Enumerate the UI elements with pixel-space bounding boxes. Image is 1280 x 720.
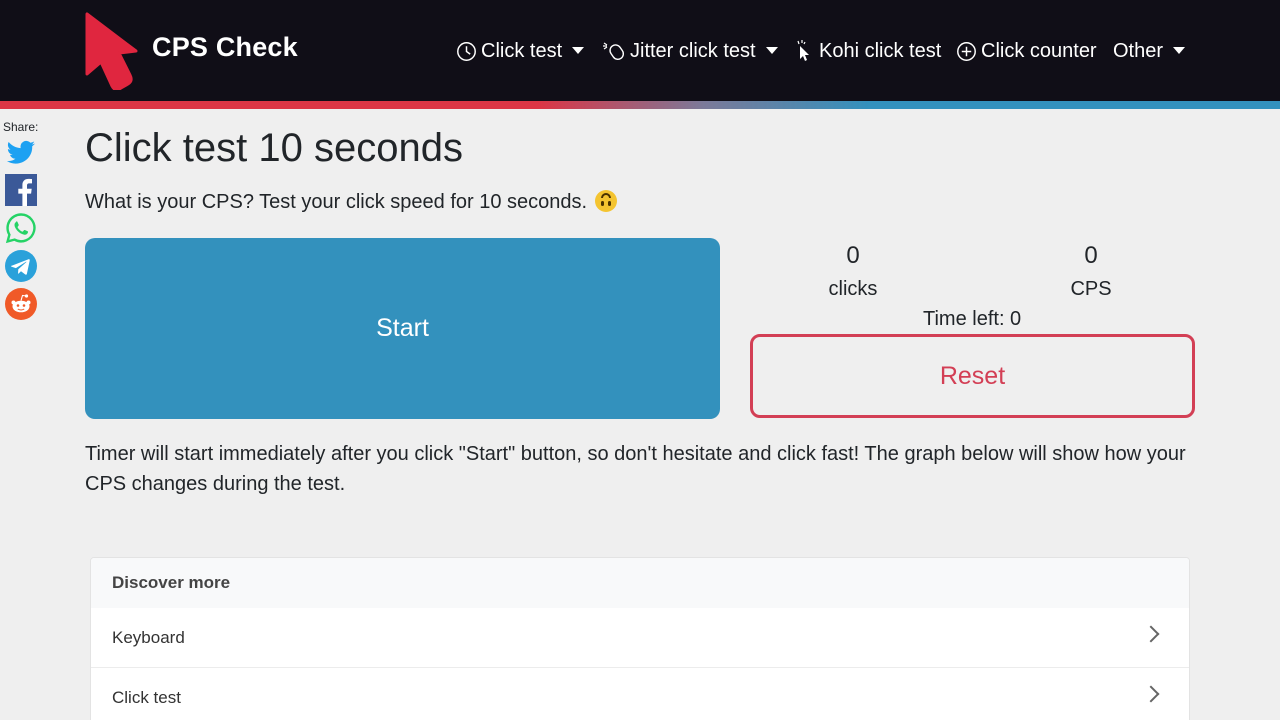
brand-link[interactable]: CPS Check bbox=[84, 12, 298, 90]
nav-label: Other bbox=[1113, 39, 1164, 62]
nav-label: Click counter bbox=[981, 39, 1097, 62]
facebook-icon[interactable] bbox=[5, 174, 37, 206]
upside-down-face-icon bbox=[594, 190, 617, 212]
nav-label: Kohi click test bbox=[819, 39, 942, 62]
nav-other[interactable]: Other bbox=[1113, 38, 1186, 64]
accent-bar bbox=[0, 101, 1280, 109]
clicks-count: 0 bbox=[846, 242, 860, 269]
telegram-icon[interactable] bbox=[5, 250, 37, 282]
page-title: Click test 10 seconds bbox=[85, 126, 463, 170]
nav-label: Click test bbox=[481, 39, 563, 62]
mouse-jitter-icon bbox=[603, 42, 625, 60]
reset-button[interactable]: Reset bbox=[750, 334, 1195, 418]
list-item-label: Keyboard bbox=[112, 627, 185, 647]
nav-jitter-click-test[interactable]: Jitter click test bbox=[602, 38, 778, 64]
clicks-label: clicks bbox=[828, 278, 878, 300]
cursor-click-icon bbox=[797, 40, 809, 61]
discover-heading: Discover more bbox=[91, 558, 1189, 608]
chevron-down-icon bbox=[572, 46, 585, 54]
nav-kohi-click-test[interactable]: Kohi click test bbox=[795, 38, 941, 64]
time-left: Time left: 0 bbox=[923, 308, 1022, 330]
nav-click-counter[interactable]: Click counter bbox=[956, 38, 1097, 64]
cps-label: CPS bbox=[1070, 278, 1112, 300]
nav-click-test[interactable]: Click test bbox=[456, 38, 585, 64]
list-item[interactable]: Keyboard bbox=[91, 608, 1189, 668]
chevron-down-icon bbox=[765, 46, 778, 54]
chevron-down-icon bbox=[1173, 46, 1186, 54]
chevron-right-icon bbox=[1142, 625, 1160, 643]
nav-label: Jitter click test bbox=[630, 39, 756, 62]
reddit-icon[interactable] bbox=[5, 288, 37, 320]
plus-circle-icon bbox=[957, 41, 976, 61]
list-item[interactable]: Click test bbox=[91, 668, 1189, 720]
discover-more-panel: Discover more Keyboard Click test bbox=[90, 557, 1190, 720]
share-label: Share: bbox=[3, 120, 39, 134]
twitter-icon[interactable] bbox=[5, 136, 37, 168]
chevron-right-icon bbox=[1142, 685, 1160, 703]
subtitle-text: What is your CPS? Test your click speed … bbox=[85, 191, 588, 213]
whatsapp-icon[interactable] bbox=[5, 212, 37, 244]
cursor-logo-icon bbox=[85, 12, 138, 90]
clock-icon bbox=[457, 41, 476, 61]
brand-name: CPS Check bbox=[152, 32, 298, 62]
cps-value: 0 bbox=[1084, 242, 1098, 269]
page-subtitle: What is your CPS? Test your click speed … bbox=[85, 190, 617, 214]
description: Timer will start immediately after you c… bbox=[85, 443, 1186, 495]
list-item-label: Click test bbox=[112, 687, 181, 707]
start-button[interactable]: Start bbox=[85, 238, 720, 419]
